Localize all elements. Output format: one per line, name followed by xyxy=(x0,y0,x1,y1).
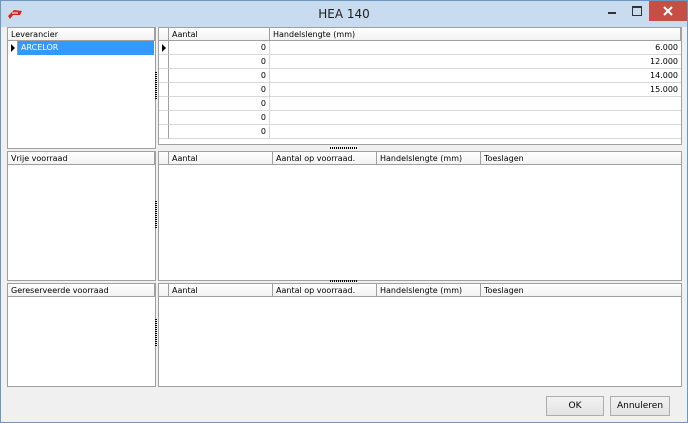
row-indicator xyxy=(159,111,169,125)
cell-aantal[interactable]: 0 xyxy=(169,83,270,97)
horizontal-splitter-1[interactable] xyxy=(330,147,358,149)
lengths-grid[interactable]: Aantal Handelslengte (mm) 0 6.000 0 12.0… xyxy=(158,27,682,145)
column-header-toeslagen[interactable]: Toeslagen xyxy=(481,284,681,297)
table-row[interactable]: 0 14.000 xyxy=(159,69,681,83)
current-row-arrow-icon xyxy=(162,44,166,52)
vrije-voorraad-header[interactable]: Vrije voorraad xyxy=(8,152,155,165)
table-row[interactable]: 0 15.000 xyxy=(159,83,681,97)
vrije-header-corner xyxy=(159,152,169,165)
current-row-arrow-icon xyxy=(11,44,15,52)
column-header-aantal-op-voorraad[interactable]: Aantal op voorraad. xyxy=(273,284,377,297)
cell-handelslengte[interactable]: 6.000 xyxy=(270,41,681,55)
column-header-aantal[interactable]: Aantal xyxy=(169,28,270,41)
column-header-toeslagen[interactable]: Toeslagen xyxy=(481,152,681,165)
cell-handelslengte[interactable] xyxy=(270,111,681,125)
minimize-button[interactable] xyxy=(599,1,625,21)
gereserveerde-voorraad-list[interactable]: Gereserveerde voorraad xyxy=(7,283,156,387)
row-indicator xyxy=(159,41,169,55)
cell-aantal[interactable]: 0 xyxy=(169,97,270,111)
ok-button[interactable]: OK xyxy=(546,396,604,416)
column-header-handelslengte[interactable]: Handelslengte (mm) xyxy=(377,284,481,297)
table-row[interactable]: 0 xyxy=(159,125,681,139)
table-row[interactable]: 0 12.000 xyxy=(159,55,681,69)
minimize-icon xyxy=(608,12,616,14)
vertical-splitter-1[interactable] xyxy=(155,72,157,100)
window-title: HEA 140 xyxy=(318,7,370,21)
cell-aantal[interactable]: 0 xyxy=(169,125,270,139)
gereserveerde-voorraad-header[interactable]: Gereserveerde voorraad xyxy=(8,284,155,297)
cell-handelslengte[interactable]: 14.000 xyxy=(270,69,681,83)
maximize-button[interactable] xyxy=(625,1,649,21)
vertical-splitter-2[interactable] xyxy=(155,201,157,229)
row-indicator xyxy=(159,125,169,139)
column-header-aantal[interactable]: Aantal xyxy=(169,284,273,297)
row-indicator xyxy=(8,41,18,55)
leverancier-header[interactable]: Leverancier xyxy=(8,28,155,41)
dialog-window: HEA 140 Leverancier ARCELOR Aantal Hande… xyxy=(0,0,688,423)
cancel-button[interactable]: Annuleren xyxy=(610,396,670,416)
column-header-handelslengte[interactable]: Handelslengte (mm) xyxy=(377,152,481,165)
leverancier-list[interactable]: Leverancier ARCELOR xyxy=(7,27,156,149)
close-icon xyxy=(663,6,673,16)
leverancier-item-label: ARCELOR xyxy=(18,41,154,55)
button-bar: OK Annuleren xyxy=(1,387,687,422)
lengths-header-corner xyxy=(159,28,169,41)
column-header-aantal-op-voorraad[interactable]: Aantal op voorraad. xyxy=(273,152,377,165)
client-area: Leverancier ARCELOR Aantal Handelslengte… xyxy=(7,27,682,387)
title-bar[interactable]: HEA 140 xyxy=(1,1,687,27)
cell-aantal[interactable]: 0 xyxy=(169,55,270,69)
cell-handelslengte[interactable]: 12.000 xyxy=(270,55,681,69)
row-indicator xyxy=(159,83,169,97)
vrije-voorraad-list[interactable]: Vrije voorraad xyxy=(7,151,156,281)
cell-aantal[interactable]: 0 xyxy=(169,41,270,55)
cell-handelslengte[interactable] xyxy=(270,97,681,111)
row-indicator xyxy=(159,97,169,111)
horizontal-splitter-2[interactable] xyxy=(330,280,358,282)
vertical-splitter-3[interactable] xyxy=(155,319,157,347)
table-row[interactable]: 0 xyxy=(159,97,681,111)
cell-aantal[interactable]: 0 xyxy=(169,69,270,83)
vrije-voorraad-grid[interactable]: Aantal Aantal op voorraad. Handelslengte… xyxy=(158,151,682,281)
table-row[interactable]: 0 6.000 xyxy=(159,41,681,55)
close-button[interactable] xyxy=(649,1,687,21)
column-header-aantal[interactable]: Aantal xyxy=(169,152,273,165)
maximize-icon xyxy=(632,6,642,16)
row-indicator xyxy=(159,55,169,69)
gereserveerde-voorraad-grid[interactable]: Aantal Aantal op voorraad. Handelslengte… xyxy=(158,283,682,387)
row-indicator xyxy=(159,69,169,83)
cell-handelslengte[interactable]: 15.000 xyxy=(270,83,681,97)
column-header-handelslengte[interactable]: Handelslengte (mm) xyxy=(270,28,681,41)
list-item[interactable]: ARCELOR xyxy=(8,41,155,55)
table-row[interactable]: 0 xyxy=(159,111,681,125)
gereserveerde-header-corner xyxy=(159,284,169,297)
cell-aantal[interactable]: 0 xyxy=(169,111,270,125)
cell-handelslengte[interactable] xyxy=(270,125,681,139)
